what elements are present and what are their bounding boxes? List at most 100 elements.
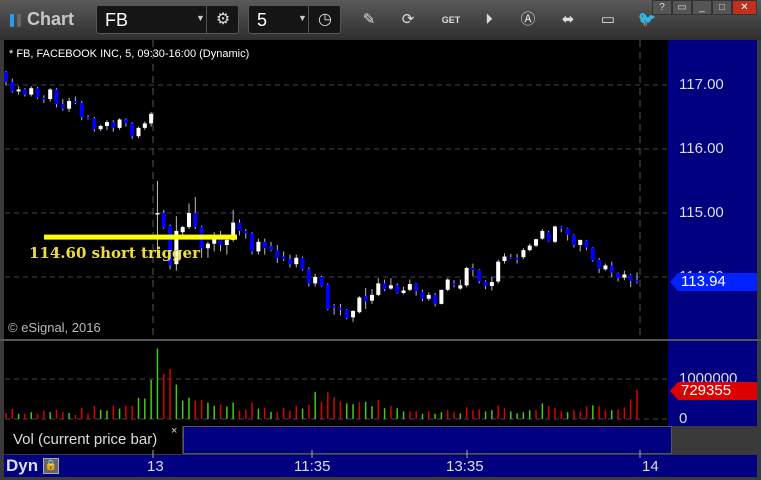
candle-up xyxy=(622,274,627,278)
last-volume-tag: 729355 xyxy=(670,382,757,400)
candle-down xyxy=(193,213,198,228)
candle-up xyxy=(180,227,185,233)
copyright-text: © eSignal, 2016 xyxy=(8,320,101,335)
last-price-tag: 113.94 xyxy=(670,273,757,291)
candle-down xyxy=(609,265,614,273)
candle-down xyxy=(86,117,91,119)
candle-up xyxy=(313,277,318,284)
candle-down xyxy=(237,222,242,231)
candle-down xyxy=(571,234,576,245)
candle-up xyxy=(205,243,210,249)
candle-down xyxy=(470,268,475,270)
candle-down xyxy=(130,123,135,137)
candle-down xyxy=(123,119,128,124)
candle-up xyxy=(67,101,72,109)
candle-down xyxy=(300,257,305,270)
candle-down xyxy=(382,283,387,290)
candle-up xyxy=(496,261,501,282)
candle-down xyxy=(344,309,349,318)
candle-down xyxy=(319,277,324,286)
candle-down xyxy=(414,284,419,292)
candle-down xyxy=(477,269,482,282)
candle-down xyxy=(22,89,27,95)
candle-up xyxy=(458,285,463,289)
candle-up xyxy=(578,239,583,245)
candle-down xyxy=(73,101,78,103)
candle-down xyxy=(433,294,438,304)
candle-down xyxy=(483,281,488,286)
candle-up xyxy=(540,230,545,239)
candle-up xyxy=(117,119,122,128)
candle-down xyxy=(287,259,292,265)
candle-up xyxy=(16,89,21,92)
candle-up xyxy=(489,282,494,286)
candle-down xyxy=(559,226,564,229)
candle-down xyxy=(508,257,513,259)
candle-up xyxy=(552,226,557,242)
candle-down xyxy=(41,97,46,100)
candle-down xyxy=(275,250,280,258)
volume-tick: 0 xyxy=(679,410,688,427)
trigger-line xyxy=(44,234,237,240)
candle-down xyxy=(4,72,8,82)
candle-down xyxy=(420,291,425,299)
candle-down xyxy=(269,246,274,251)
last-volume-value: 729355 xyxy=(681,382,732,399)
candle-up xyxy=(439,289,444,304)
candle-down xyxy=(243,230,248,234)
candle-up xyxy=(224,239,229,245)
candle-up xyxy=(149,113,154,124)
candle-up xyxy=(29,88,34,95)
candle-up xyxy=(388,285,393,289)
candle-down xyxy=(92,118,97,130)
candle-down xyxy=(111,122,116,128)
time-tick: 13:35 xyxy=(446,458,484,475)
candle-down xyxy=(250,233,255,252)
candle-up xyxy=(407,284,412,290)
candle-down xyxy=(332,305,337,308)
price-tick: 117.00 xyxy=(679,76,724,93)
candle-up xyxy=(186,213,191,228)
candle-up xyxy=(155,213,160,215)
candle-down xyxy=(565,228,570,235)
candle-up xyxy=(521,250,526,258)
candle-down xyxy=(515,257,520,260)
chart-canvas xyxy=(0,40,761,458)
candle-down xyxy=(546,232,551,242)
candle-down xyxy=(584,240,589,248)
last-price-value: 113.94 xyxy=(681,273,726,290)
candle-up xyxy=(464,268,469,286)
candle-up xyxy=(401,290,406,293)
candle-down xyxy=(10,81,15,92)
time-tick: 11:35 xyxy=(294,458,331,475)
candle-up xyxy=(357,297,362,313)
candle-up xyxy=(142,123,147,128)
candle-up xyxy=(136,127,141,137)
candle-down xyxy=(452,283,457,286)
price-tick: 116.00 xyxy=(679,140,724,157)
candle-up xyxy=(294,257,299,265)
candle-down xyxy=(325,284,330,309)
candle-up xyxy=(603,265,608,270)
time-tick: 13 xyxy=(147,458,164,475)
candle-down xyxy=(306,269,311,284)
candle-up xyxy=(426,294,431,299)
candle-up xyxy=(256,241,261,252)
candle-up xyxy=(534,239,539,246)
candle-down xyxy=(35,88,40,98)
candle-down xyxy=(161,213,166,228)
candle-down xyxy=(54,89,59,105)
candle-down xyxy=(616,273,621,278)
candle-up xyxy=(445,279,450,290)
candle-down xyxy=(338,307,343,310)
candle-down xyxy=(395,285,400,293)
candle-down xyxy=(79,102,84,117)
candle-down xyxy=(597,259,602,269)
trigger-annotation-label[interactable]: 114.60 short trigger xyxy=(29,244,200,262)
chart-legend: * FB, FACEBOOK INC, 5, 09:30-16:00 (Dyna… xyxy=(9,48,250,60)
price-tick: 115.00 xyxy=(679,204,724,221)
candle-down xyxy=(281,256,286,260)
candle-up xyxy=(502,256,507,261)
candle-up xyxy=(48,89,53,100)
candle-down xyxy=(363,296,368,302)
